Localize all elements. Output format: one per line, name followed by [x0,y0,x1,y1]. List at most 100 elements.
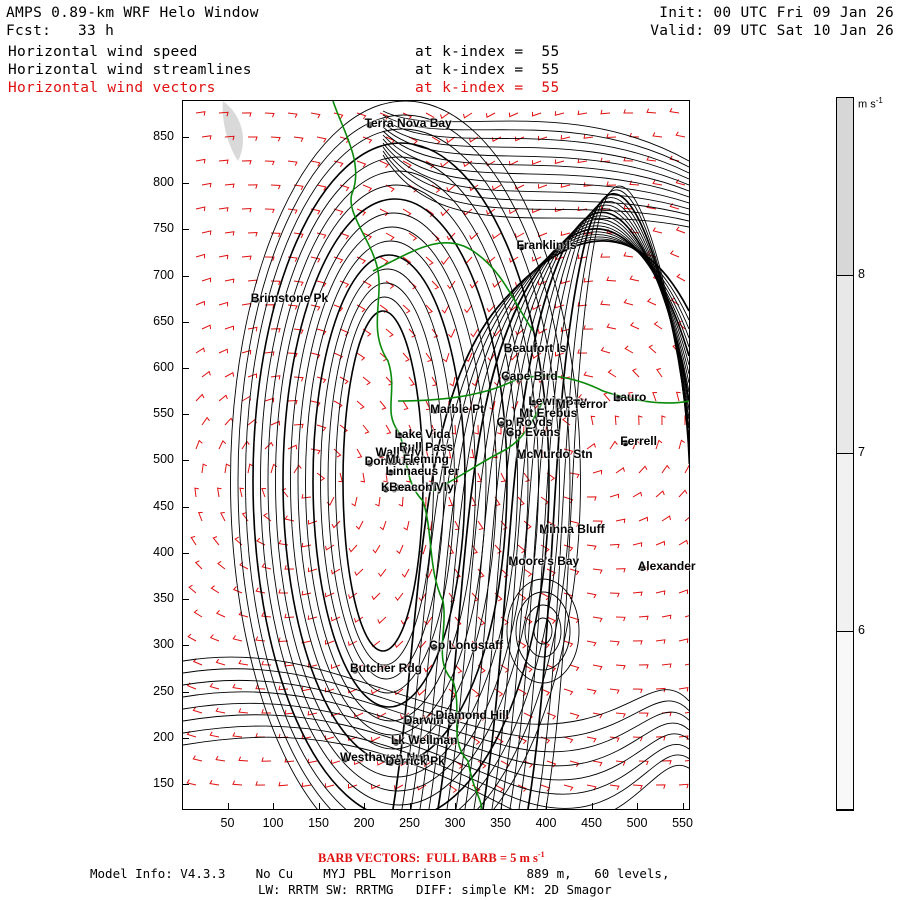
x-tick-label: 550 [672,816,693,830]
y-tick-mark [183,783,189,785]
wind-barb [241,512,249,522]
y-tick-mark [183,552,189,554]
wind-barb [307,567,318,573]
y-tick-mark [183,183,189,185]
wind-barb [379,400,387,410]
wind-barb [188,584,197,594]
wind-barb [224,183,235,189]
place-label: Linnaeus Ter [385,463,460,478]
wind-barb [218,159,229,165]
wind-barb [195,439,203,450]
wind-barb [669,250,680,258]
x-tick-mark [273,803,274,809]
wind-barb [356,352,366,361]
wind-barb [224,371,235,378]
wind-barb [379,520,387,531]
wind-barb [661,614,672,620]
wind-barb [201,182,212,188]
x-tick-label: 200 [353,816,375,830]
wind-barb [239,487,244,498]
wind-barb [310,112,321,119]
wind-barb [209,779,220,786]
y-tick-mark [183,599,189,601]
wind-barb [331,568,341,575]
wind-barb [577,349,588,354]
wind-barb [678,539,689,546]
x-tick-label: 100 [262,816,284,830]
wind-barb [600,109,611,115]
x-tick-mark [409,803,411,809]
wind-barb [224,278,235,284]
wind-barb [540,544,550,553]
wind-barb [287,112,298,118]
wind-barb [684,615,689,618]
wind-barb [624,345,634,354]
wind-barb [278,781,289,787]
wind-barb [324,783,335,788]
wind-barb [333,448,342,458]
wind-barb [577,110,588,116]
wind-barb [232,683,243,690]
wind-barb [523,568,533,577]
wind-barb [441,304,450,314]
x-tick-mark [637,803,639,809]
colorbar-level-label: 7 [858,445,865,459]
wind-barb [653,321,663,330]
wind-barb [615,466,625,474]
wind-barb [517,688,527,697]
wind-barb [377,616,387,624]
field-vectors-level: at k-index = 55 [415,80,560,96]
wind-barb [348,544,358,553]
wind-barb [492,232,502,240]
y-tick-label: 200 [153,729,174,744]
wind-barb [560,135,571,140]
y-tick-label: 350 [153,591,174,606]
wind-barb [583,371,594,378]
wind-barb [463,112,473,119]
wind-barb [586,640,597,647]
wind-barb [623,109,633,114]
wind-barb [270,136,281,142]
wind-barb [201,370,211,378]
wind-barb [684,711,689,714]
wind-barb [592,469,603,475]
wind-barb [563,544,574,552]
wind-barb [215,707,226,714]
wind-barb [270,184,281,190]
wind-barb [606,323,617,330]
wind-barb [255,732,266,738]
wind-barb [678,589,688,594]
wind-barb [464,304,473,314]
wind-barb [661,760,672,765]
wind-barb [238,659,249,666]
wind-barb [293,328,304,334]
x-tick-mark [364,803,365,809]
wind-barb [678,686,689,692]
wind-barb [310,448,321,455]
wind-barb [241,207,252,213]
colorbar-segment [837,454,853,632]
x-tick-label: 350 [490,816,511,830]
wind-barb [652,132,663,138]
barb-note: BARB VECTORS: FULL BARB = 5 m s-1 [318,850,545,866]
y-tick-label: 750 [153,221,174,236]
wind-barb [569,472,580,479]
y-tick-label: 450 [153,498,174,513]
wind-barb [523,472,531,482]
wind-barb [532,160,542,165]
wind-barb [215,755,226,762]
wind-barb [560,231,571,236]
y-tick-mark [183,136,189,138]
forecast-value: 33 h [78,23,115,39]
wind-barb [284,565,295,570]
wind-barb [661,464,670,474]
wind-barb [287,160,298,166]
wind-barb [563,784,574,791]
x-tick-label: 450 [581,816,602,830]
wind-barb [540,784,551,792]
wind-barb [218,301,229,307]
wind-barb [609,440,618,450]
y-tick-mark [183,414,189,416]
wind-barb [201,463,208,474]
wind-barb [194,560,203,570]
